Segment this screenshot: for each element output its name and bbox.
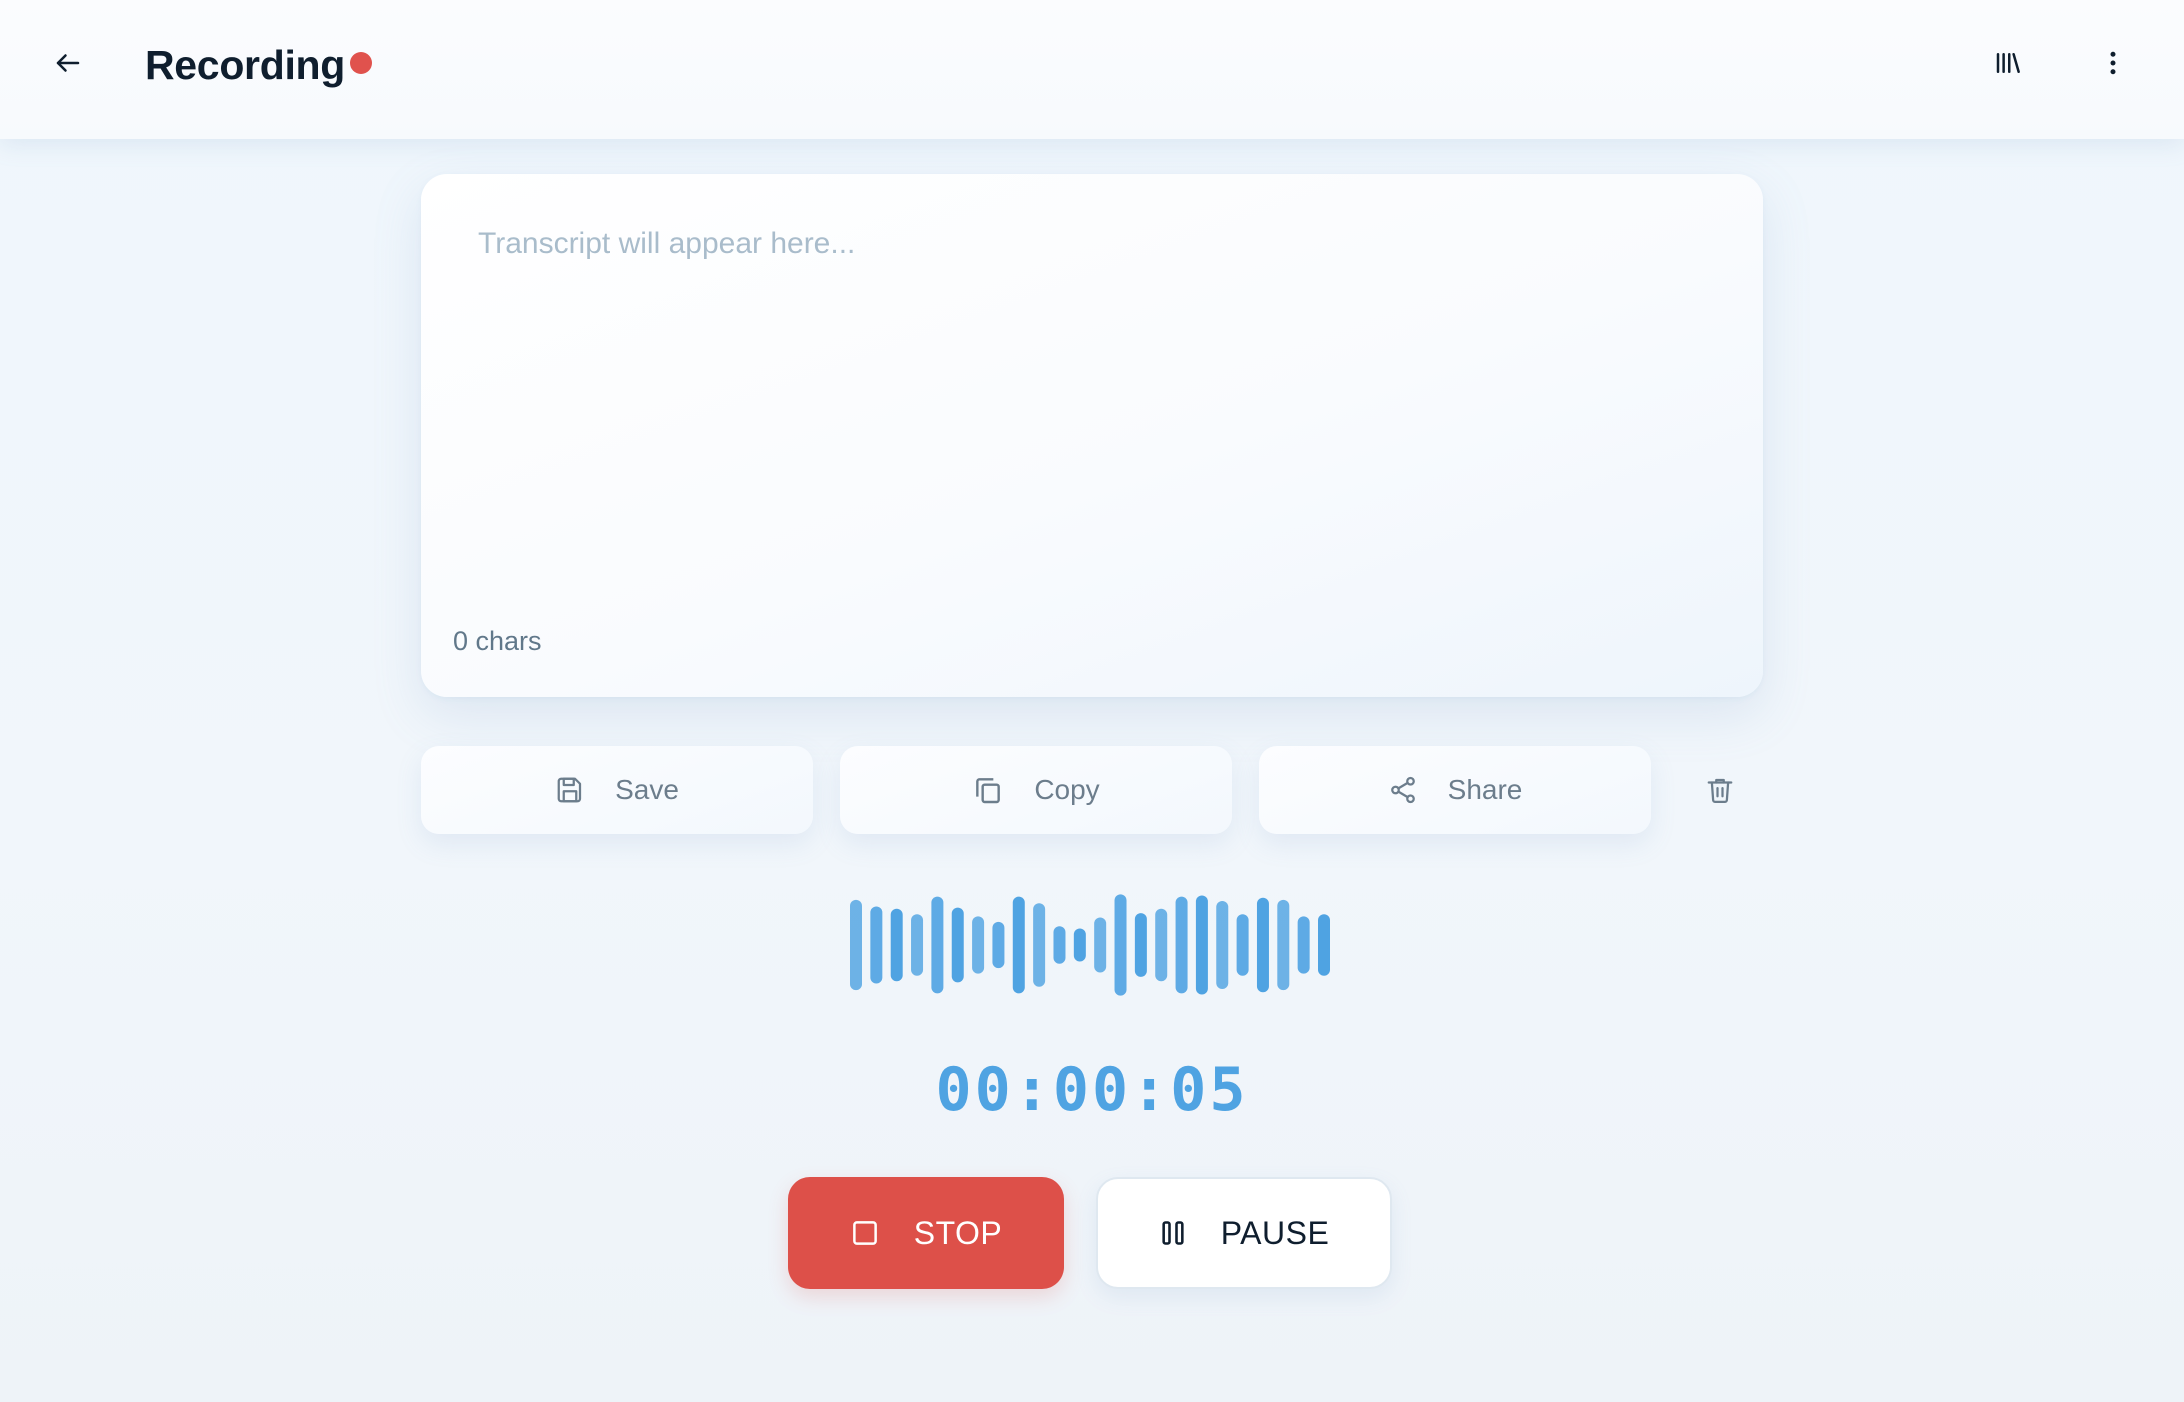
waveform-bar [1277,899,1290,991]
waveform-bar [972,916,985,974]
page-title: Recording [145,42,346,88]
waveform-bar [1236,914,1249,976]
app-header: Recording [0,0,2184,139]
trash-icon [1705,775,1735,805]
waveform-bar [1256,897,1269,993]
waveform-bar [1318,914,1330,976]
waveform-bar [1053,926,1066,964]
pause-label: PAUSE [1220,1214,1330,1251]
pause-button[interactable]: PAUSE [1096,1177,1392,1289]
share-icon [1388,775,1418,805]
copy-icon [972,774,1004,806]
delete-button[interactable] [1688,758,1752,822]
stop-button[interactable]: STOP [788,1177,1064,1289]
share-label: Share [1447,774,1523,805]
waveform-bar [1134,913,1147,977]
more-vertical-icon [2098,48,2128,78]
waveform-bar [1094,917,1107,973]
waveform-bar [1195,895,1208,995]
waveform-bar [1175,896,1188,994]
copy-button[interactable]: Copy [840,746,1232,834]
waveform-bar [1033,903,1046,987]
library-button[interactable] [1978,33,2038,93]
save-label: Save [615,774,679,805]
elapsed-timer: 00:00:05 [935,1055,1249,1125]
more-options-button[interactable] [2083,33,2143,93]
waveform-bar [992,921,1005,969]
waveform-bar [890,908,903,982]
waveform-bar [931,896,944,994]
waveform-bar [870,906,883,984]
recording-indicator [350,52,372,74]
arrow-left-icon [53,48,83,78]
waveform-bar [951,907,964,983]
pause-icon [1159,1219,1187,1247]
library-icon [1993,48,2023,78]
transcript-card: 0 chars [421,174,1763,697]
char-count: 0 chars [453,626,542,656]
waveform-bar [1216,901,1229,989]
waveform-bar [1012,896,1025,994]
stop-icon [850,1218,880,1248]
audio-waveform [850,894,1330,996]
share-button[interactable]: Share [1259,746,1651,834]
waveform-bar [911,914,924,976]
transcript-input[interactable] [478,224,1698,584]
save-icon [555,775,585,805]
copy-label: Copy [1034,774,1100,805]
waveform-bar [850,899,862,991]
waveform-bar [1155,908,1168,982]
waveform-bar [1073,928,1086,962]
save-button[interactable]: Save [421,746,813,834]
waveform-bar [1114,894,1127,996]
waveform-bar [1297,916,1310,974]
back-button[interactable] [38,33,98,93]
stop-label: STOP [913,1214,1003,1251]
